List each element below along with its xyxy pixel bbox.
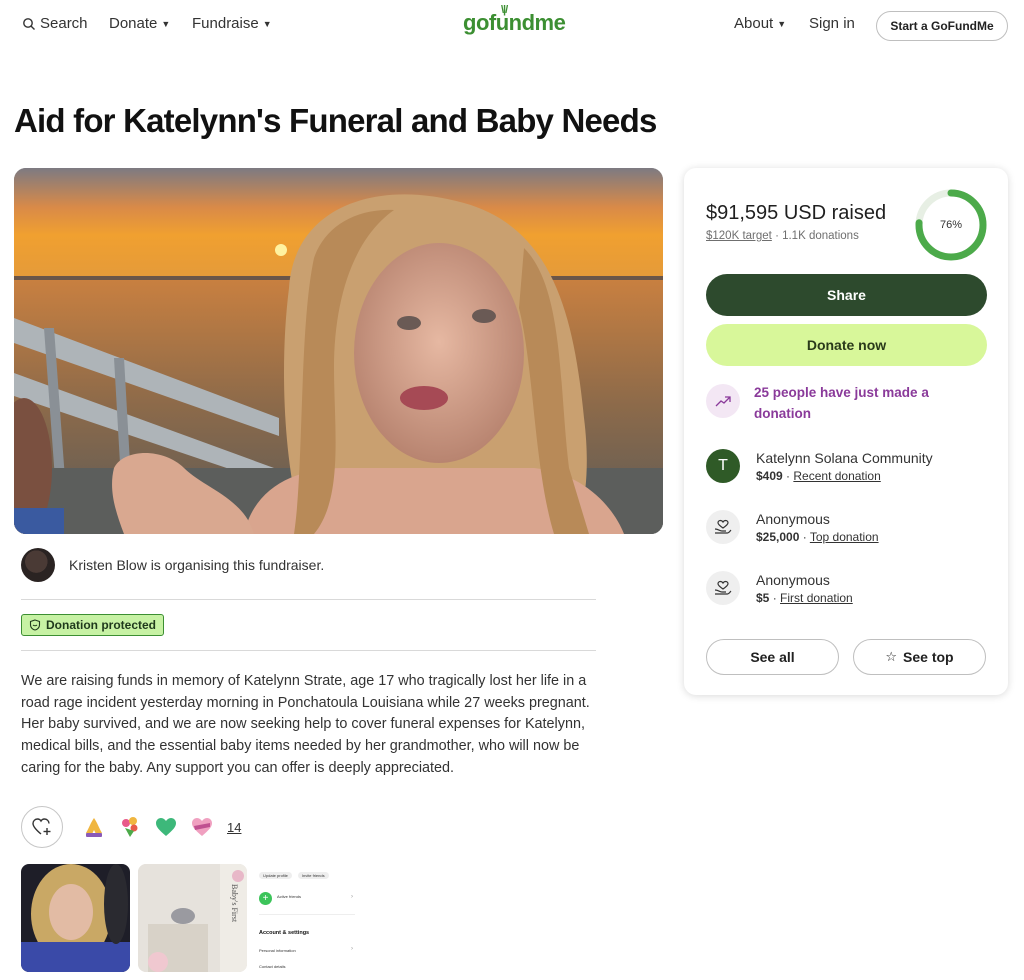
- donation-protected-badge[interactable]: Donation protected: [21, 614, 164, 636]
- recent-activity: 25 people have just made a donation: [706, 384, 954, 424]
- gallery-thumbnail[interactable]: Update profile Invite friends + Active f…: [255, 864, 364, 972]
- gofundme-logo[interactable]: \|/ gofundme: [463, 4, 566, 36]
- badge-label: Donation protected: [46, 618, 156, 632]
- green-heart-icon[interactable]: [153, 815, 179, 839]
- donor-amount: $25,000: [756, 529, 800, 544]
- divider: [21, 650, 596, 651]
- donor-avatar: T: [706, 449, 740, 483]
- thumb-section: Account & settings: [259, 930, 310, 936]
- search-link[interactable]: Search: [22, 15, 88, 32]
- progress-percent: 76%: [939, 219, 963, 231]
- donor-amount: $5: [756, 590, 770, 605]
- signin-link[interactable]: Sign in: [809, 15, 855, 32]
- donate-now-button[interactable]: Donate now: [706, 324, 987, 366]
- see-top-button[interactable]: ☆ See top: [853, 639, 986, 675]
- start-gofundme-button[interactable]: Start a GoFundMe: [876, 11, 1008, 41]
- divider: [21, 599, 596, 600]
- organiser-text: Kristen Blow is organising this fundrais…: [69, 557, 325, 573]
- bouquet-icon[interactable]: [117, 815, 143, 839]
- heart-plus-icon: [32, 818, 51, 835]
- hand-heart-icon: [706, 571, 740, 605]
- fundraise-menu-label: Fundraise: [192, 15, 259, 32]
- organiser-row: Kristen Blow is organising this fundrais…: [21, 548, 324, 582]
- donation-type-link[interactable]: Recent donation: [793, 469, 880, 483]
- organiser-avatar[interactable]: [21, 548, 55, 582]
- fundraise-menu[interactable]: Fundraise ▼: [192, 15, 272, 32]
- gallery-thumbnails: Baby's First Update profile Invite frien…: [21, 864, 364, 972]
- donation-count: 1.1K donations: [782, 230, 859, 242]
- divider: [259, 914, 355, 915]
- donation-type-link[interactable]: Top donation: [810, 530, 879, 544]
- react-button[interactable]: [21, 806, 63, 848]
- donor-row: Anonymous $25,000 · Top donation: [706, 510, 879, 544]
- search-label: Search: [40, 15, 88, 32]
- thumb-item: Personal information: [259, 948, 296, 953]
- story-text: We are raising funds in memory of Kately…: [21, 673, 590, 776]
- see-all-button[interactable]: See all: [706, 639, 839, 675]
- star-icon: ☆: [885, 649, 898, 664]
- shield-icon: [29, 619, 41, 631]
- donor-row: T Katelynn Solana Community $409 · Recen…: [706, 449, 933, 483]
- chevron-down-icon: ▼: [262, 18, 272, 29]
- about-menu-label: About: [734, 15, 774, 32]
- target-link[interactable]: $120K target: [706, 230, 772, 242]
- chevron-down-icon: ▼: [777, 18, 787, 29]
- donor-name: Anonymous: [756, 571, 830, 588]
- reaction-count[interactable]: 14: [227, 820, 241, 835]
- thumb-row-title: Active friends: [277, 894, 302, 899]
- heart-ribbon-icon[interactable]: [189, 815, 215, 839]
- chevron-right-icon: ›: [351, 946, 353, 952]
- donate-menu[interactable]: Donate ▼: [109, 15, 170, 32]
- thumb-item: Contact details: [259, 964, 286, 969]
- see-all-label: See all: [750, 649, 795, 665]
- recent-donations-text: 25 people have just made a donation: [754, 385, 929, 421]
- hand-heart-icon: [706, 510, 740, 544]
- about-menu[interactable]: About ▼: [734, 15, 786, 32]
- logo-sun-icon: \|/: [501, 4, 508, 16]
- donor-name: Anonymous: [756, 510, 830, 527]
- logo-text: gofundme: [463, 10, 566, 35]
- donate-menu-label: Donate: [109, 15, 158, 32]
- gallery-thumbnail[interactable]: [21, 864, 130, 972]
- gallery-thumbnail[interactable]: Baby's First: [138, 864, 247, 972]
- thumb-pill: Invite friends: [297, 872, 329, 879]
- svg-text:Baby's First: Baby's First: [230, 884, 239, 923]
- chevron-down-icon: ▼: [161, 18, 171, 29]
- target-line: $120K target · 1.1K donations: [706, 230, 859, 242]
- hero-photo[interactable]: [14, 168, 663, 534]
- signin-label: Sign in: [809, 15, 855, 32]
- trending-up-icon: [706, 384, 740, 418]
- donation-type-link[interactable]: First donation: [780, 591, 853, 605]
- see-top-label: See top: [903, 649, 954, 665]
- plus-icon: +: [259, 892, 272, 905]
- donor-amount: $409: [756, 468, 783, 483]
- donation-card: $91,595 USD raised $120K target · 1.1K d…: [684, 168, 1008, 695]
- amount-raised: $91,595 USD raised: [706, 202, 887, 224]
- reactions-row: 14: [21, 806, 241, 848]
- thumb-pill: Update profile: [259, 872, 292, 879]
- top-nav: Search Donate ▼ Fundraise ▼ \|/ gofundme…: [0, 0, 1024, 50]
- share-button[interactable]: Share: [706, 274, 987, 316]
- donor-row: Anonymous $5 · First donation: [706, 571, 853, 605]
- donor-name: Katelynn Solana Community: [756, 449, 933, 466]
- praying-hands-icon[interactable]: [81, 815, 107, 839]
- chevron-right-icon: ›: [351, 894, 353, 900]
- page-title: Aid for Katelynn's Funeral and Baby Need…: [14, 102, 657, 139]
- search-icon: [23, 17, 35, 30]
